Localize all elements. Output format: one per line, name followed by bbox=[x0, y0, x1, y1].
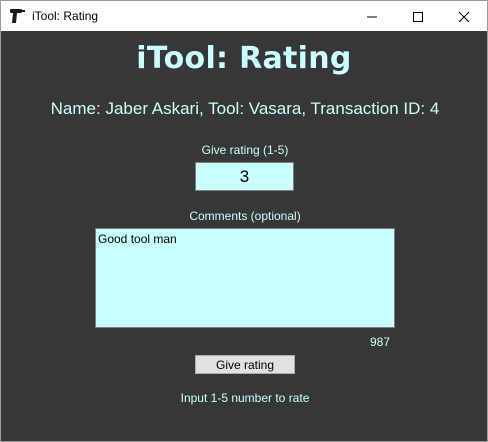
comments-field[interactable]: Good tool man bbox=[95, 228, 395, 328]
maximize-button[interactable] bbox=[395, 1, 441, 31]
minimize-button[interactable] bbox=[349, 1, 395, 31]
window-title: iTool: Rating bbox=[32, 9, 99, 23]
rating-form: iTool: Rating Name: Jaber Askari, Tool: … bbox=[1, 31, 487, 441]
page-title: iTool: Rating bbox=[136, 41, 352, 76]
close-icon bbox=[458, 7, 470, 26]
transaction-info: Name: Jaber Askari, Tool: Vasara, Transa… bbox=[50, 99, 440, 118]
rating-window: iTool: Rating iTool: Rating Name: Jaber … bbox=[0, 0, 488, 442]
rating-input[interactable] bbox=[195, 162, 294, 191]
close-button[interactable] bbox=[441, 1, 487, 31]
status-message: Input 1-5 number to rate bbox=[180, 391, 310, 405]
drill-icon bbox=[9, 8, 25, 24]
maximize-icon bbox=[413, 7, 423, 26]
minimize-icon bbox=[367, 7, 377, 26]
rating-label: Give rating (1-5) bbox=[201, 143, 289, 157]
give-rating-button[interactable]: Give rating bbox=[195, 355, 295, 374]
remaining-characters-count: 987 bbox=[369, 335, 390, 349]
title-bar[interactable]: iTool: Rating bbox=[1, 1, 487, 31]
comments-label: Comments (optional) bbox=[189, 209, 301, 223]
